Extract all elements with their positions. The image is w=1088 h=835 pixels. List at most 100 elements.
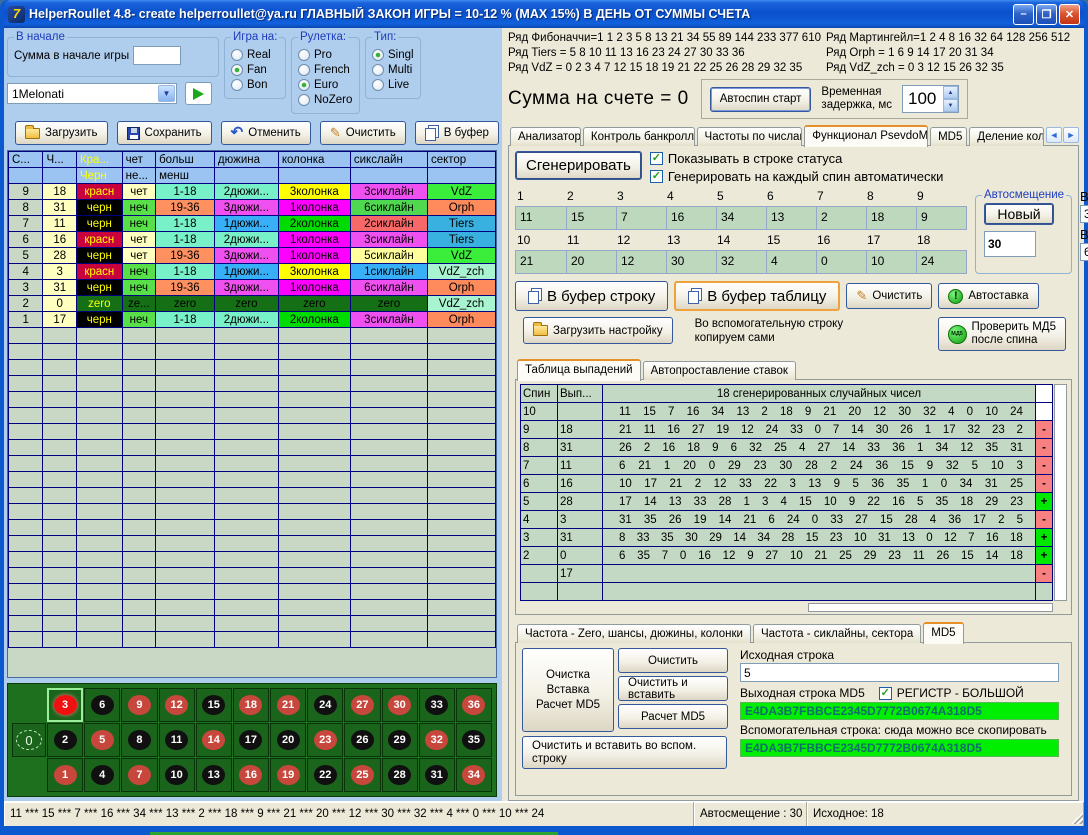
table-row[interactable]: 331черннеч19-363дюжи...1колонка6сиклайнO… bbox=[9, 280, 496, 296]
board-cell-23[interactable]: 23 bbox=[307, 723, 343, 757]
table-row[interactable]: 616краснчет1-182дюжи...1колонка3сиклайнT… bbox=[9, 232, 496, 248]
board-cell-25[interactable]: 25 bbox=[344, 758, 380, 792]
md5-calc-button[interactable]: Расчет MD5 bbox=[618, 704, 728, 729]
tab-main-1[interactable]: Контроль банкролла bbox=[583, 127, 695, 146]
clear-generated-button[interactable]: ✎Очистить bbox=[846, 283, 932, 309]
board-cell-10[interactable]: 10 bbox=[159, 758, 195, 792]
spins-row[interactable]: 17- bbox=[521, 565, 1053, 583]
board-cell-21[interactable]: 21 bbox=[270, 688, 306, 722]
table-row[interactable]: 528чернчет19-363дюжи...1колонка5сиклайнV… bbox=[9, 248, 496, 264]
board-cell-36[interactable]: 36 bbox=[456, 688, 492, 722]
board-cell-27[interactable]: 27 bbox=[344, 688, 380, 722]
tab-main-0[interactable]: Анализатор bbox=[510, 127, 581, 146]
board-cell-2[interactable]: 2 bbox=[47, 723, 83, 757]
buffer-row-button[interactable]: В буфер строку bbox=[515, 281, 668, 311]
board-cell-18[interactable]: 18 bbox=[233, 688, 269, 722]
md5-clear-insert-aux-button[interactable]: Очистить и вставить во вспом. строку bbox=[522, 736, 727, 769]
board-cell-11[interactable]: 11 bbox=[159, 723, 195, 757]
md5-clear-insert-button[interactable]: Очистить и вставить bbox=[618, 676, 728, 701]
tab-freq-0[interactable]: Частота - Zero, шансы, дюжины, колонки bbox=[517, 624, 751, 643]
radio-fan[interactable]: Fan bbox=[231, 64, 280, 76]
load-button[interactable]: Загрузить bbox=[15, 121, 108, 145]
tab-main-2[interactable]: Частоты по числам bbox=[697, 127, 803, 146]
buffer-table-button[interactable]: В буфер таблицу bbox=[674, 281, 840, 311]
spins-row[interactable]: 616101721212332231395363510343125- bbox=[521, 475, 1053, 493]
tab-main-3[interactable]: Функционал PsevdoMS bbox=[804, 125, 928, 147]
table-row[interactable]: 20zeroze...zerozerozerozeroVdZ_zch bbox=[9, 296, 496, 312]
generate-each-spin-checkbox[interactable]: ✓ Генерировать на каждый спин автоматиче… bbox=[650, 169, 944, 184]
spins-row[interactable]: 433135261914216240332715284361725- bbox=[521, 511, 1053, 529]
titlebar[interactable]: 7 HelperRoullet 4.8- create helperroulle… bbox=[4, 0, 1084, 28]
vertical-scrollbar[interactable] bbox=[1054, 384, 1067, 601]
board-cell-8[interactable]: 8 bbox=[121, 723, 157, 757]
board-cell-28[interactable]: 28 bbox=[382, 758, 418, 792]
md5-clear-button[interactable]: Очистить bbox=[618, 648, 728, 673]
board-cell-31[interactable]: 31 bbox=[419, 758, 455, 792]
board-cell-12[interactable]: 12 bbox=[159, 688, 195, 722]
board-cell-17[interactable]: 17 bbox=[233, 723, 269, 757]
spins-row[interactable]: 71162112002923302822436159325103- bbox=[521, 457, 1053, 475]
board-cell-6[interactable]: 6 bbox=[84, 688, 120, 722]
minimize-button[interactable]: – bbox=[1013, 4, 1034, 25]
save-button[interactable]: Сохранить bbox=[117, 121, 212, 145]
spins-row[interactable]: 5281714133328134151092216535182923+ bbox=[521, 493, 1053, 511]
radio-euro[interactable]: Euro bbox=[298, 79, 354, 91]
chevron-down-icon[interactable]: ▼ bbox=[158, 85, 175, 102]
minus-input[interactable] bbox=[1080, 243, 1088, 261]
board-cell-16[interactable]: 16 bbox=[233, 758, 269, 792]
spins-row[interactable]: 8312621618963225427143336134123531- bbox=[521, 439, 1053, 457]
show-in-status-checkbox[interactable]: ✓ Показывать в строке статуса bbox=[650, 151, 944, 166]
board-cell-7[interactable]: 7 bbox=[121, 758, 157, 792]
tab-spins-0[interactable]: Таблица выпадений bbox=[517, 359, 641, 381]
board-cell-13[interactable]: 13 bbox=[196, 758, 232, 792]
board-cell-0[interactable]: 0 bbox=[12, 723, 46, 757]
tab-freq-2[interactable]: MD5 bbox=[923, 622, 963, 644]
radio-french[interactable]: French bbox=[298, 64, 354, 76]
radio-pro[interactable]: Pro bbox=[298, 49, 354, 61]
spins-row[interactable]: 101115716341321892120123032401024 bbox=[521, 403, 1053, 421]
tab-scroll-left-icon[interactable]: ◄ bbox=[1046, 127, 1062, 143]
tab-scroll-right-icon[interactable]: ► bbox=[1063, 127, 1079, 143]
board-cell-4[interactable]: 4 bbox=[84, 758, 120, 792]
board-cell-33[interactable]: 33 bbox=[419, 688, 455, 722]
radio-multi[interactable]: Multi bbox=[372, 64, 415, 76]
spinner-down-icon[interactable]: ▼ bbox=[943, 99, 958, 112]
spins-row[interactable]: 331833353029143428152310311301271618+ bbox=[521, 529, 1053, 547]
profile-combobox[interactable]: 1Melonati ▼ bbox=[7, 83, 177, 104]
tab-main-4[interactable]: MD5 bbox=[930, 127, 967, 146]
tab-spins-1[interactable]: Автопроставление ставок bbox=[643, 361, 796, 380]
table-row[interactable]: 711черннеч1-181дюжи...2колонка2сиклайнTi… bbox=[9, 216, 496, 232]
autospin-start-button[interactable]: Автоспин старт bbox=[710, 87, 812, 112]
board-cell-35[interactable]: 35 bbox=[456, 723, 492, 757]
board-cell-19[interactable]: 19 bbox=[270, 758, 306, 792]
radio-real[interactable]: Real bbox=[231, 49, 280, 61]
board-cell-15[interactable]: 15 bbox=[196, 688, 232, 722]
start-sum-input[interactable] bbox=[133, 46, 181, 65]
md5-case-checkbox[interactable]: ✓ РЕГИСТР - БОЛЬШОЙ bbox=[879, 686, 1024, 700]
autoshift-value-input[interactable] bbox=[984, 231, 1036, 257]
radio-live[interactable]: Live bbox=[372, 79, 415, 91]
board-cell-24[interactable]: 24 bbox=[307, 688, 343, 722]
board-cell-20[interactable]: 20 bbox=[270, 723, 306, 757]
plus-input[interactable] bbox=[1080, 205, 1088, 223]
radio-bon[interactable]: Bon bbox=[231, 79, 280, 91]
board-cell-3[interactable]: 3 bbox=[47, 688, 83, 722]
board-cell-9[interactable]: 9 bbox=[121, 688, 157, 722]
spins-row[interactable]: 91821111627191224330714302611732232- bbox=[521, 421, 1053, 439]
autobet-button[interactable]: !Автоставка bbox=[938, 283, 1038, 309]
generate-button[interactable]: Сгенерировать bbox=[515, 151, 642, 180]
table-row[interactable]: 831черннеч19-363дюжи...1колонка6сиклайнO… bbox=[9, 200, 496, 216]
run-profile-button[interactable] bbox=[185, 82, 212, 105]
horizontal-scrollbar[interactable] bbox=[808, 603, 1053, 612]
check-md5-button[interactable]: МД5 Проверить МД5после спина bbox=[938, 317, 1066, 351]
maximize-button[interactable]: ❐ bbox=[1036, 4, 1057, 25]
load-settings-button[interactable]: Загрузить настройку bbox=[523, 317, 673, 344]
delay-spinner[interactable]: 100 ▲ ▼ bbox=[902, 85, 959, 113]
clear-button[interactable]: ✎Очистить bbox=[320, 121, 406, 145]
board-cell-26[interactable]: 26 bbox=[344, 723, 380, 757]
tab-main-5[interactable]: Деление кол bbox=[969, 127, 1044, 146]
board-cell-5[interactable]: 5 bbox=[84, 723, 120, 757]
board-cell-29[interactable]: 29 bbox=[382, 723, 418, 757]
md5-source-input[interactable] bbox=[740, 663, 1059, 682]
spins-row[interactable] bbox=[521, 583, 1053, 601]
